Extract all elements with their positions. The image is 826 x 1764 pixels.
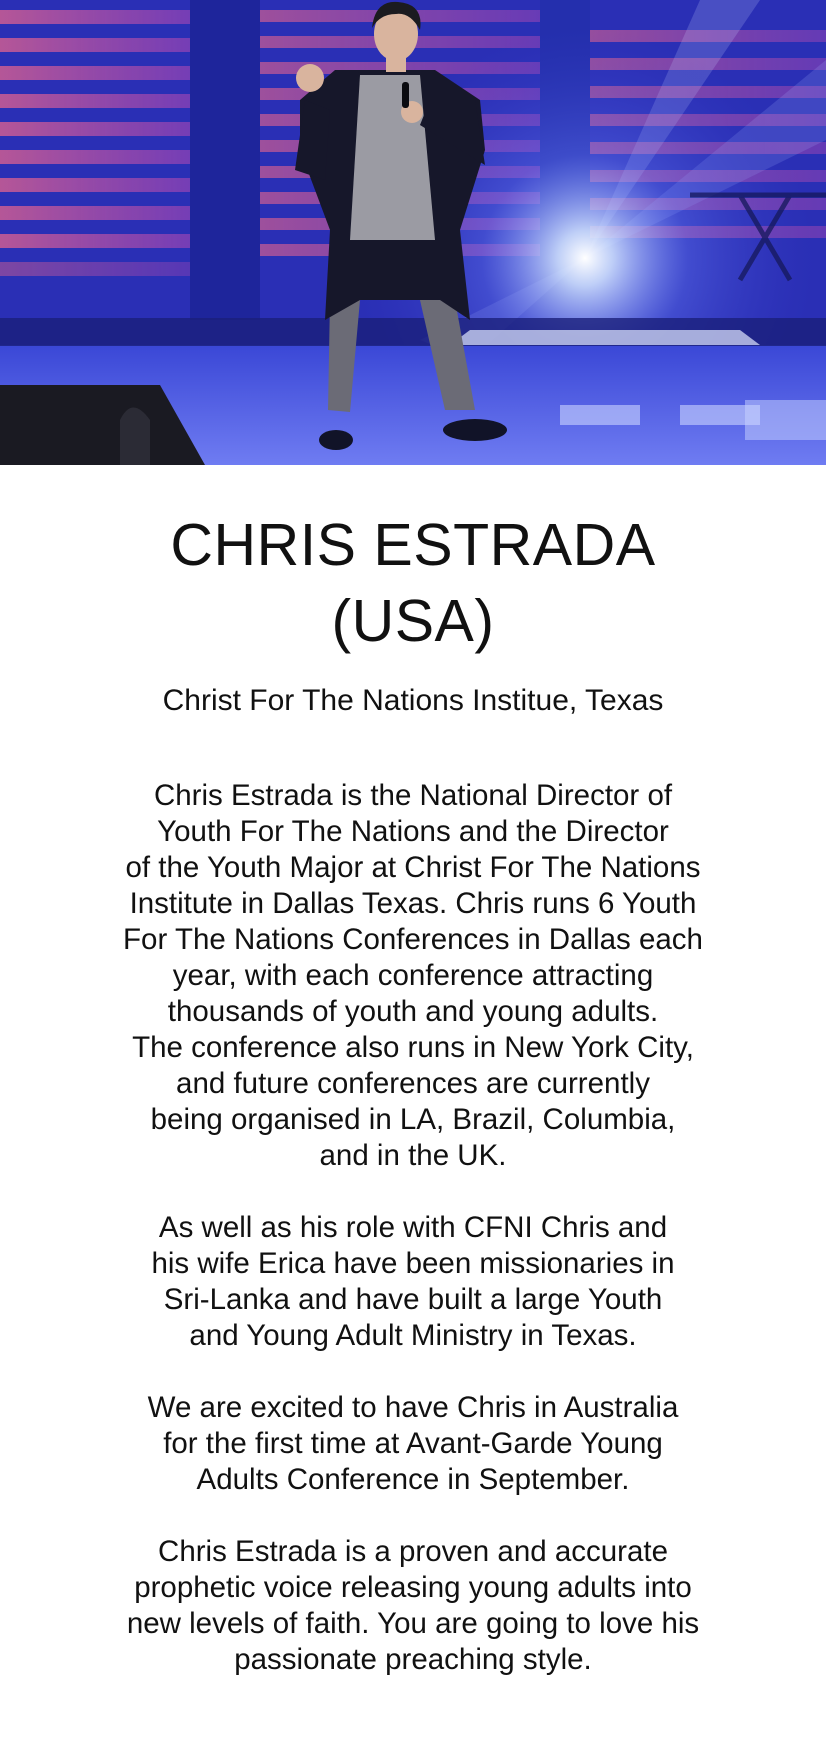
bio-paragraph: We are excited to have Chris in Australi… bbox=[147, 1391, 679, 1496]
speaker-organization: Christ For The Nations Institue, Texas bbox=[162, 684, 664, 717]
hero-image bbox=[0, 0, 826, 465]
bio-paragraph: Chris Estrada is a proven and accurate p… bbox=[126, 1535, 700, 1676]
bio-paragraph: As well as his role with CFNI Chris and … bbox=[151, 1211, 675, 1352]
speaker-photo bbox=[0, 0, 826, 465]
bio-paragraph: Chris Estrada is the National Director o… bbox=[123, 779, 703, 1172]
speaker-bio: Chris Estrada is the National Director o… bbox=[63, 778, 763, 1678]
speaker-name-heading: CHRIS ESTRADA (USA) bbox=[170, 512, 656, 654]
speaker-profile: CHRIS ESTRADA (USA) Christ For The Natio… bbox=[0, 465, 826, 1678]
